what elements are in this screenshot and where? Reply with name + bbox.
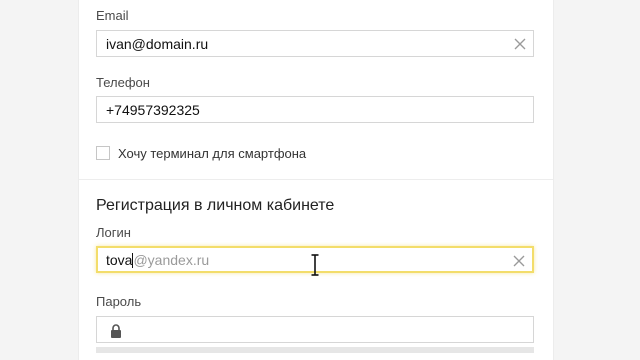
terminal-checkbox[interactable] [96, 146, 110, 160]
close-icon[interactable] [513, 37, 527, 51]
login-domain-suffix: @yandex.ru [133, 252, 210, 268]
login-label: Логин [96, 225, 131, 240]
email-label: Email [96, 8, 129, 23]
login-typed-text: tova [106, 252, 133, 268]
phone-label: Телефон [96, 75, 150, 90]
lock-icon [110, 324, 122, 338]
registration-section-title: Регистрация в личном кабинете [96, 197, 335, 214]
text-cursor-icon [310, 253, 320, 277]
terminal-checkbox-label[interactable]: Хочу терминал для смартфона [118, 146, 306, 161]
password-field[interactable] [96, 316, 534, 343]
email-value: ivan@domain.ru [106, 36, 209, 52]
password-label: Пароль [96, 294, 142, 309]
next-field-edge [96, 347, 534, 353]
phone-field[interactable]: +74957392325 [96, 96, 534, 123]
close-icon[interactable] [512, 254, 526, 268]
phone-value: +74957392325 [106, 102, 200, 118]
registration-form-card: Email ivan@domain.ru Телефон +7495739232… [78, 0, 554, 360]
email-field[interactable]: ivan@domain.ru [96, 30, 534, 57]
section-divider [79, 179, 553, 180]
login-value: tova@yandex.ru [106, 252, 209, 268]
